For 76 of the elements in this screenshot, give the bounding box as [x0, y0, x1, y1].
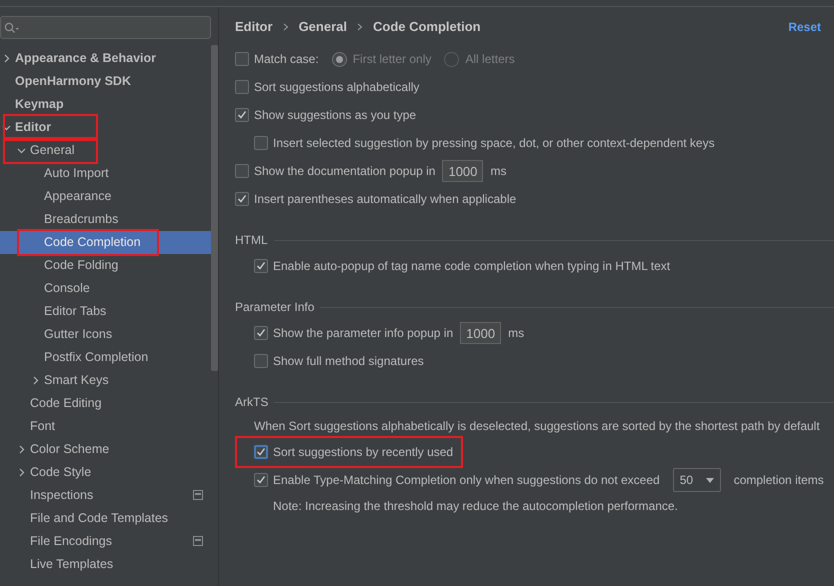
checkbox-label: Show suggestions as you type: [254, 107, 416, 124]
checkbox-label: Insert parentheses automatically when applicable: [254, 191, 516, 208]
checkbox[interactable]: [254, 326, 268, 340]
tree-item[interactable]: Auto Import: [0, 162, 211, 185]
tree-item[interactable]: General: [0, 139, 211, 162]
checkbox-label: Insert selected suggestion by pressing space, dot, or other context-dependent keys: [273, 135, 715, 152]
checkbox[interactable]: [254, 136, 268, 150]
checkbox-label: Sort suggestions alphabetically: [254, 79, 420, 96]
checkbox[interactable]: [235, 108, 249, 122]
checkbox[interactable]: [235, 80, 249, 94]
checkbox[interactable]: [254, 473, 268, 487]
number-field[interactable]: 1000: [442, 160, 484, 182]
tree-item[interactable]: Postfix Completion: [0, 346, 211, 369]
unit-label: ms: [508, 325, 524, 342]
radio-button[interactable]: [332, 52, 347, 66]
breadcrumb-separator-icon: [356, 23, 363, 31]
note-text: Note: Increasing the threshold may reduce the autocompletion performance.: [273, 498, 678, 515]
radio-button[interactable]: [444, 52, 460, 66]
tree-item[interactable]: Color Scheme: [0, 438, 211, 461]
tree-item[interactable]: Live Templates: [0, 553, 211, 576]
tree-item[interactable]: Inspections: [0, 484, 211, 507]
checkmark-icon: [256, 447, 266, 457]
breadcrumb-item: Editor: [235, 18, 273, 36]
checkbox[interactable]: [235, 192, 249, 206]
section-title: ArkTS: [235, 394, 268, 411]
checkbox-label: Show full method signatures: [273, 353, 424, 370]
reset-link[interactable]: Reset: [788, 18, 821, 36]
checkbox[interactable]: [254, 354, 268, 368]
checkmark-icon: [256, 328, 266, 338]
checkmark-icon: [237, 194, 247, 204]
tree-item[interactable]: Breadcrumbs: [0, 208, 211, 231]
checkmark-icon: [237, 110, 247, 120]
tree-item[interactable]: Code Folding: [0, 254, 211, 277]
tree-item[interactable]: File Encodings: [0, 530, 211, 553]
checkmark-icon: [256, 475, 266, 485]
checkbox-label: Enable Type-Matching Completion only when suggestions do not exceed: [273, 472, 660, 489]
dropdown-caret-icon: [706, 478, 714, 482]
tree-item[interactable]: Appearance & Behavior: [0, 47, 211, 70]
tree-item[interactable]: OpenHarmony SDK: [0, 70, 211, 93]
tree-item[interactable]: Smart Keys: [0, 369, 211, 392]
number-field[interactable]: 1000: [460, 322, 502, 344]
tree-item[interactable]: Code Style: [0, 461, 211, 484]
search-icon: [4, 22, 20, 34]
tree-item[interactable]: Font: [0, 415, 211, 438]
breadcrumb-separator-icon: [282, 23, 289, 31]
tree-item[interactable]: Editor Tabs: [0, 300, 211, 323]
checkbox[interactable]: [254, 259, 268, 273]
checkbox-label: Show the documentation popup in: [254, 163, 436, 180]
checkbox-label: Match case:: [254, 51, 319, 68]
tree-item[interactable]: Code Editing: [0, 392, 211, 415]
breadcrumb-item: Code Completion: [372, 18, 481, 36]
search-field[interactable]: [0, 16, 211, 39]
tree-item[interactable]: Code Completion: [0, 231, 211, 254]
note-text: When Sort suggestions alphabetically is deselected, suggestions are sorted by the shortest path by default: [254, 418, 820, 435]
checkbox[interactable]: [254, 445, 268, 459]
radio-label: All letters: [465, 51, 515, 68]
checkbox-label: Show the parameter info popup in: [273, 325, 454, 342]
checkmark-icon: [256, 261, 266, 271]
tree-item[interactable]: Editor: [0, 116, 211, 139]
checkbox[interactable]: [235, 52, 249, 66]
checkbox-label: Enable auto-popup of tag name code completion when typing in HTML text: [273, 258, 670, 275]
scrollbar[interactable]: [211, 45, 218, 371]
breadcrumb-item: General: [298, 18, 347, 36]
section-title: HTML: [235, 232, 268, 249]
checkbox[interactable]: [235, 164, 249, 178]
tree-item[interactable]: Appearance: [0, 185, 211, 208]
section-title: Parameter Info: [235, 299, 314, 316]
tree-item[interactable]: Gutter Icons: [0, 323, 211, 346]
checkbox-label: Sort suggestions by recently used: [273, 444, 454, 461]
unit-label: ms: [490, 163, 506, 180]
tree-item[interactable]: Keymap: [0, 93, 211, 116]
unit-label: completion items: [734, 472, 824, 489]
count-dropdown[interactable]: 50: [672, 468, 721, 492]
radio-label: First letter only: [352, 51, 432, 68]
tree-item[interactable]: Console: [0, 277, 211, 300]
tree-item[interactable]: File and Code Templates: [0, 507, 211, 530]
